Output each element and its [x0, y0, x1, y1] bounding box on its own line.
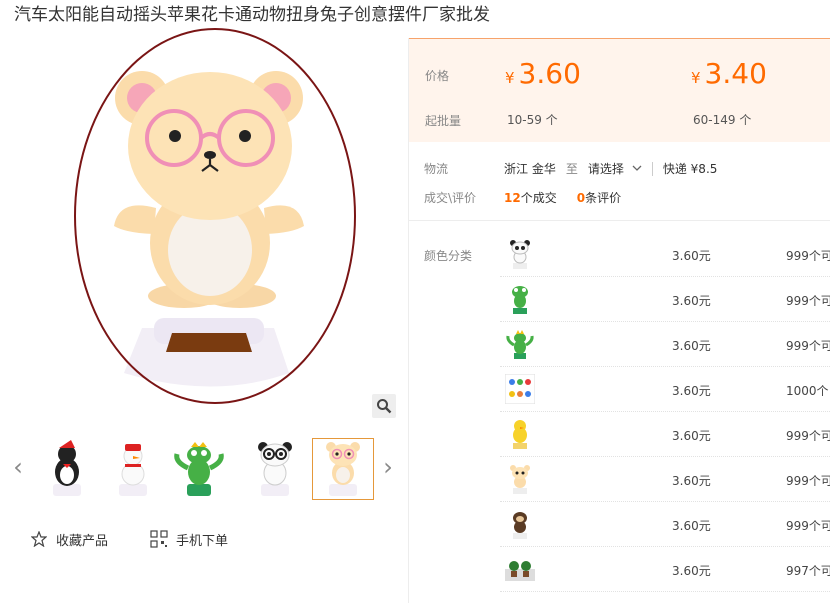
deal-count[interactable]: 12: [504, 191, 521, 205]
express-fee: 快递 ¥8.5: [662, 162, 718, 176]
sku-row[interactable]: 3.60元 999个可: [500, 457, 830, 502]
thumbnail-panda[interactable]: [244, 438, 306, 500]
sku-row[interactable]: 3.60元 999个可: [500, 322, 830, 367]
sku-price: 3.60元: [672, 429, 711, 443]
sku-price: 3.60元: [672, 564, 711, 578]
frog-icon: [174, 442, 224, 496]
deals-label: 成交\评价: [424, 191, 477, 205]
sku-stock: 999个可: [786, 294, 830, 308]
mobile-order-button[interactable]: 手机下单: [150, 530, 228, 549]
section-divider: [409, 220, 830, 221]
zoom-button[interactable]: [372, 394, 396, 418]
price-box: 价格 起批量 ¥ 3.60 10-59 个 ¥ 3.40 60-149 个: [409, 38, 830, 142]
thumbnail-bear[interactable]: [312, 438, 374, 500]
price-tier-2: ¥ 3.40: [691, 57, 767, 90]
panda-figure-icon[interactable]: [504, 238, 536, 270]
panda-icon: [258, 442, 292, 496]
sku-row[interactable]: 3.60元 999个可: [500, 277, 830, 322]
logistics-row: 物流 浙江 金华 至 请选择 快递 ¥8.5: [424, 160, 717, 177]
deals-row: 成交\评价 12 个成交 0 条评价: [424, 189, 621, 206]
divider: [651, 161, 653, 176]
favorite-button[interactable]: 收藏产品: [30, 530, 108, 549]
favorite-label: 收藏产品: [56, 533, 109, 549]
sku-stock: 999个可: [786, 474, 830, 488]
sku-price: 3.60元: [672, 519, 711, 533]
chevron-down-icon[interactable]: [632, 162, 642, 176]
price-label: 价格: [425, 69, 450, 83]
quantity-range: 10-59 个: [507, 113, 558, 127]
product-title: 汽车太阳能自动摇头苹果花卡通动物扭身兔子创意摆件厂家批发: [14, 5, 490, 25]
sku-price: 3.60元: [672, 384, 711, 398]
sku-row[interactable]: 3.60元 999个可: [500, 232, 830, 277]
penguin-icon: [53, 440, 81, 496]
min-quantity-label: 起批量: [425, 114, 462, 128]
to-label: 至: [565, 162, 578, 176]
bear-icon: [326, 442, 360, 496]
sku-list: 3.60元 999个可 3.60元 999个可 3.60元 999个可 3.60…: [500, 232, 830, 592]
color-category-label: 颜色分类: [424, 249, 473, 263]
sku-stock: 999个可: [786, 249, 830, 263]
sku-price: 3.60元: [672, 294, 711, 308]
price-tier-1: ¥ 3.60: [505, 57, 581, 90]
qr-code-icon: [150, 530, 168, 548]
action-bar: 收藏产品 手机下单: [30, 528, 270, 550]
sku-row[interactable]: 3.60元 999个可: [500, 412, 830, 457]
chick-figure-icon[interactable]: [504, 418, 536, 450]
highlight-ring: [74, 28, 356, 404]
thumbnail-snowman[interactable]: [102, 438, 164, 500]
price-value: 3.40: [704, 57, 767, 90]
thumbnail-penguin[interactable]: [36, 438, 98, 500]
sku-stock: 999个可: [786, 519, 830, 533]
thumbnail-strip: ‹ ›: [10, 436, 400, 500]
sku-row[interactable]: 3.60元 999个可: [500, 502, 830, 547]
price-value: 3.60: [518, 57, 581, 90]
star-icon: [30, 530, 48, 548]
monkey-figure-icon[interactable]: [504, 508, 536, 540]
logistics-label: 物流: [424, 162, 449, 176]
sku-price: 3.60元: [672, 474, 711, 488]
review-suffix: 条评价: [585, 191, 622, 205]
frog-crown-figure-icon[interactable]: [504, 328, 536, 360]
quantity-range: 60-149 个: [693, 113, 752, 127]
sku-stock: 999个可: [786, 429, 830, 443]
review-count[interactable]: 0: [577, 191, 585, 205]
deal-suffix: 个成交: [520, 191, 557, 205]
sku-row[interactable]: 3.60元 1000个: [500, 367, 830, 412]
mobile-order-label: 手机下单: [176, 533, 229, 549]
flower-pot-figure-icon[interactable]: [504, 553, 536, 585]
sku-price: 3.60元: [672, 249, 711, 263]
currency-symbol: ¥: [505, 69, 515, 87]
frog-figure-icon[interactable]: [504, 283, 536, 315]
next-arrow-icon[interactable]: ›: [380, 452, 396, 482]
main-product-image[interactable]: [14, 28, 396, 418]
sku-stock: 999个可: [786, 339, 830, 353]
magnifier-icon: [377, 399, 392, 414]
sku-stock: 1000个: [786, 384, 829, 398]
sku-price: 3.60元: [672, 339, 711, 353]
prev-arrow-icon[interactable]: ‹: [10, 452, 26, 482]
currency-symbol: ¥: [691, 69, 701, 87]
destination-select[interactable]: 请选择: [588, 160, 624, 177]
thumbnail-frog[interactable]: [168, 438, 230, 500]
sku-stock: 997个可: [786, 564, 830, 578]
snowman-icon: [119, 444, 147, 496]
origin-location: 浙江 金华: [504, 162, 556, 176]
sku-row[interactable]: 3.60元 997个可: [500, 547, 830, 592]
bear-figure-icon[interactable]: [504, 463, 536, 495]
mixed-figures-icon[interactable]: [504, 373, 536, 405]
